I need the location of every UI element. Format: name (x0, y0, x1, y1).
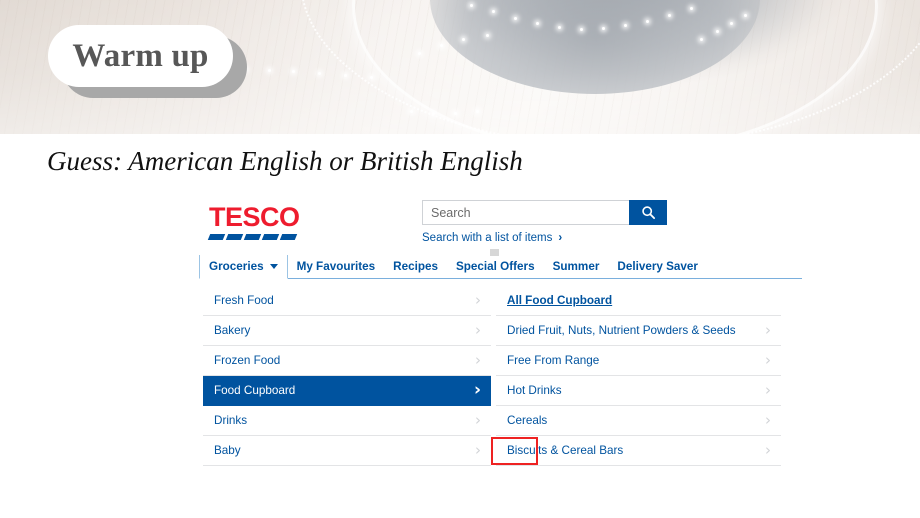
subcategory-item-cereals-label: Cereals (507, 414, 548, 427)
chevron-right-icon: › (765, 441, 771, 459)
search-area: Search with a list of items › (422, 200, 667, 244)
subcategory-item-biscuits-cereal-bars-label: Biscuits & Cereal Bars (507, 444, 624, 457)
category-item-fresh-food[interactable]: Fresh Food › (203, 286, 491, 316)
category-item-frozen-food-label: Frozen Food (214, 354, 281, 367)
subcategory-item-biscuits-cereal-bars[interactable]: Biscuits & Cereal Bars › (496, 436, 781, 466)
warm-up-badge: Warm up (48, 25, 233, 87)
main-navigation-items: Groceries My Favourites Recipes Special … (199, 255, 802, 279)
category-column-primary: Fresh Food › Bakery › Frozen Food › Food… (203, 286, 491, 466)
nav-item-delivery-saver-label: Delivery Saver (617, 260, 698, 273)
category-item-food-cupboard[interactable]: Food Cupboard › (203, 376, 491, 406)
search-row (422, 200, 667, 225)
category-item-drinks[interactable]: Drinks › (203, 406, 491, 436)
subcategory-item-dried-fruit-nuts-label: Dried Fruit, Nuts, Nutrient Powders & Se… (507, 324, 736, 337)
subcategory-item-dried-fruit-nuts[interactable]: Dried Fruit, Nuts, Nutrient Powders & Se… (496, 316, 781, 346)
chevron-right-icon: › (558, 232, 563, 244)
slide-canvas: Warm up Guess: American English or Briti… (0, 0, 920, 518)
nav-item-recipes[interactable]: Recipes (384, 255, 447, 278)
chevron-right-icon: › (765, 381, 771, 399)
subcategory-item-hot-drinks-label: Hot Drinks (507, 384, 562, 397)
nav-artifact (490, 249, 499, 256)
nav-item-recipes-label: Recipes (393, 260, 438, 273)
nav-item-groceries[interactable]: Groceries (199, 255, 288, 279)
chevron-right-icon: › (765, 351, 771, 369)
search-button[interactable] (629, 200, 667, 225)
category-item-bakery-label: Bakery (214, 324, 251, 337)
search-with-list-link[interactable]: Search with a list of items › (422, 232, 667, 244)
category-item-food-cupboard-label: Food Cupboard (214, 384, 296, 397)
search-with-list-label: Search with a list of items (422, 232, 553, 244)
nav-item-my-favourites-label: My Favourites (296, 260, 376, 273)
category-item-fresh-food-label: Fresh Food (214, 294, 274, 307)
chevron-right-icon: › (475, 411, 481, 429)
category-item-bakery[interactable]: Bakery › (203, 316, 491, 346)
chevron-right-icon: › (473, 380, 481, 400)
chevron-right-icon: › (475, 351, 481, 369)
subcategory-item-hot-drinks[interactable]: Hot Drinks › (496, 376, 781, 406)
subcategory-item-free-from-range[interactable]: Free From Range › (496, 346, 781, 376)
nav-item-groceries-label: Groceries (209, 260, 264, 273)
chevron-down-icon (269, 264, 278, 269)
tesco-website-screenshot: TESCO Search with a list of items › (196, 196, 802, 468)
search-input[interactable] (422, 200, 629, 225)
page-title: Guess: American English or British Engli… (47, 146, 523, 176)
chevron-right-icon: › (765, 321, 771, 339)
category-item-baby[interactable]: Baby › (203, 436, 491, 466)
category-item-baby-label: Baby (214, 444, 241, 457)
nav-item-delivery-saver[interactable]: Delivery Saver (608, 255, 707, 278)
subcategory-item-all-food-cupboard[interactable]: All Food Cupboard (496, 286, 781, 316)
main-navigation: Groceries My Favourites Recipes Special … (199, 249, 802, 279)
tesco-logo-dashes (207, 234, 309, 240)
chevron-right-icon: › (475, 321, 481, 339)
nav-item-summer[interactable]: Summer (544, 255, 609, 278)
tesco-logo-wordmark: TESCO (209, 202, 300, 232)
category-column-subcategories: All Food Cupboard Dried Fruit, Nuts, Nut… (496, 286, 781, 466)
nav-item-special-offers-label: Special Offers (456, 260, 535, 273)
subcategory-item-free-from-range-label: Free From Range (507, 354, 600, 367)
chevron-right-icon: › (475, 441, 481, 459)
nav-item-special-offers[interactable]: Special Offers (447, 255, 544, 278)
tesco-logo[interactable]: TESCO (207, 202, 309, 240)
chevron-right-icon: › (765, 411, 771, 429)
category-item-drinks-label: Drinks (214, 414, 248, 427)
nav-item-my-favourites[interactable]: My Favourites (288, 255, 385, 278)
chevron-right-icon: › (475, 291, 481, 309)
search-icon (641, 206, 655, 220)
warm-up-badge-label: Warm up (72, 37, 209, 74)
category-item-frozen-food[interactable]: Frozen Food › (203, 346, 491, 376)
nav-item-summer-label: Summer (552, 260, 600, 273)
subcategory-item-cereals[interactable]: Cereals › (496, 406, 781, 436)
subcategory-item-all-food-cupboard-label: All Food Cupboard (507, 294, 613, 307)
